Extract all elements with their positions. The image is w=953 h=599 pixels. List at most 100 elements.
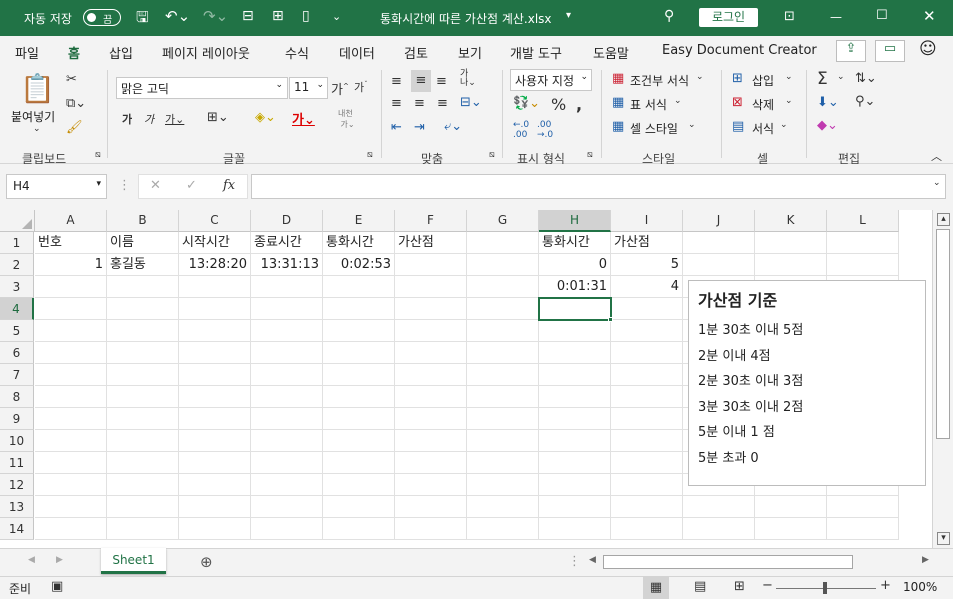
zoom-out-icon[interactable]: − (762, 578, 773, 593)
vertical-scroll-thumb[interactable] (936, 229, 950, 439)
cell-g11[interactable] (467, 452, 539, 474)
maximize-icon[interactable]: ☐ (876, 8, 888, 23)
orientation-icon[interactable]: 가 나⌄ (460, 70, 476, 88)
wrap-text-icon[interactable]: ⤶⌄ (444, 119, 462, 134)
column-header-i[interactable]: I (611, 210, 683, 232)
row-header-14[interactable]: 14 (0, 518, 34, 540)
accounting-format-icon[interactable]: 💱⌄ (513, 96, 540, 111)
cell-b12[interactable] (107, 474, 179, 496)
column-header-f[interactable]: F (395, 210, 467, 232)
scroll-right-icon[interactable]: ▶ (922, 555, 929, 565)
cell-a4[interactable] (35, 298, 107, 320)
row-header-11[interactable]: 11 (0, 452, 34, 474)
save-icon[interactable]: 🖫 (136, 7, 149, 32)
prev-sheet-icon[interactable]: ◀ (28, 555, 35, 565)
cell-i13[interactable] (611, 496, 683, 518)
cell-h3[interactable]: 0:01:31 (539, 276, 611, 298)
customize-qat-icon[interactable]: ⌄ (332, 10, 341, 23)
increase-decimal-icon[interactable]: ←.0.00 (513, 120, 529, 140)
fill-handle[interactable] (608, 317, 613, 322)
copy-icon[interactable]: ⧉⌄ (66, 96, 86, 111)
fill-color-icon[interactable]: ◈⌄ (255, 110, 276, 125)
cell-h9[interactable] (539, 408, 611, 430)
cell-g10[interactable] (467, 430, 539, 452)
paste-icon[interactable]: 📋 (20, 72, 55, 105)
cell-d7[interactable] (251, 364, 323, 386)
scroll-left-icon[interactable]: ◀ (589, 555, 596, 565)
cell-c10[interactable] (179, 430, 251, 452)
cell-h1[interactable]: 통화시간 (539, 232, 611, 254)
cell-e12[interactable] (323, 474, 395, 496)
normal-view-icon[interactable]: ▦ (643, 576, 669, 599)
cell-k2[interactable] (755, 254, 827, 276)
name-box[interactable]: H4 ▾ (6, 174, 107, 199)
collapse-ribbon-icon[interactable]: ︿ (931, 148, 942, 164)
comment-icon[interactable]: ▭ (875, 40, 905, 62)
delete-cells-icon[interactable]: ⊠ (732, 95, 743, 110)
cell-b8[interactable] (107, 386, 179, 408)
cell-a7[interactable] (35, 364, 107, 386)
cell-b6[interactable] (107, 342, 179, 364)
cell-b14[interactable] (107, 518, 179, 540)
cell-i4[interactable] (611, 298, 683, 320)
cell-f9[interactable] (395, 408, 467, 430)
sheet-tab-sheet1[interactable]: Sheet1 (101, 548, 166, 574)
cell-i3[interactable]: 4 (611, 276, 683, 298)
comma-icon[interactable]: , (576, 95, 582, 114)
format-painter-icon[interactable]: 🖌 (66, 120, 83, 135)
menu-home[interactable]: 홈 (66, 43, 82, 68)
clear-icon[interactable]: ◆⌄ (817, 118, 838, 133)
menu-data[interactable]: 데이터 (339, 43, 375, 62)
cell-g4[interactable] (467, 298, 539, 320)
cell-b4[interactable] (107, 298, 179, 320)
cell-d12[interactable] (251, 474, 323, 496)
bold-icon[interactable]: 가 (122, 111, 132, 127)
cell-d13[interactable] (251, 496, 323, 518)
menu-insert[interactable]: 삽입 (109, 43, 133, 62)
cell-l2[interactable] (827, 254, 899, 276)
tab-splitter-icon[interactable]: ⋮ (568, 554, 581, 569)
cell-i9[interactable] (611, 408, 683, 430)
formula-input[interactable] (251, 174, 946, 199)
border-icon[interactable]: ⊞⌄ (207, 110, 229, 125)
column-header-h[interactable]: H (539, 210, 611, 232)
column-header-e[interactable]: E (323, 210, 395, 232)
login-button[interactable]: 로그인 (699, 8, 758, 27)
cell-g6[interactable] (467, 342, 539, 364)
font-name-select[interactable]: 맑은 고딕 ⌄ (116, 77, 288, 99)
autosave-toggle[interactable]: 끔 (83, 9, 121, 26)
row-header-2[interactable]: 2 (0, 254, 34, 276)
format-cells-icon[interactable]: ▤ (732, 119, 744, 134)
align-bottom-icon[interactable]: ≡ (436, 74, 447, 89)
cell-d10[interactable] (251, 430, 323, 452)
cell-f3[interactable] (395, 276, 467, 298)
zoom-in-icon[interactable]: + (880, 578, 891, 593)
cell-style-icon[interactable]: ▦ (612, 119, 624, 134)
cell-e5[interactable] (323, 320, 395, 342)
cell-l1[interactable] (827, 232, 899, 254)
cell-c13[interactable] (179, 496, 251, 518)
cell-g8[interactable] (467, 386, 539, 408)
cell-h4[interactable] (538, 297, 612, 321)
cell-e14[interactable] (323, 518, 395, 540)
cell-h10[interactable] (539, 430, 611, 452)
cell-b7[interactable] (107, 364, 179, 386)
cell-b2[interactable]: 홍길동 (107, 254, 179, 276)
row-header-7[interactable]: 7 (0, 364, 34, 386)
cell-f8[interactable] (395, 386, 467, 408)
cell-c1[interactable]: 시작시간 (179, 232, 251, 254)
align-launcher-icon[interactable]: ⧅ (489, 150, 495, 160)
menu-review[interactable]: 검토 (404, 43, 428, 62)
cell-g9[interactable] (467, 408, 539, 430)
format-cells-button[interactable]: 서식 (752, 120, 774, 137)
autosum-chevron-icon[interactable]: ⌄ (837, 72, 845, 82)
cell-d1[interactable]: 종료시간 (251, 232, 323, 254)
menu-formulas[interactable]: 수식 (285, 43, 309, 62)
number-launcher-icon[interactable]: ⧅ (587, 150, 593, 160)
cell-a13[interactable] (35, 496, 107, 518)
table-format-icon[interactable]: ▦ (612, 95, 624, 110)
cell-l14[interactable] (827, 518, 899, 540)
add-sheet-icon[interactable]: ⊕ (200, 553, 213, 571)
page-break-view-icon[interactable]: ⊞ (734, 579, 745, 594)
style-chevron-icon[interactable]: ⌄ (688, 120, 696, 130)
